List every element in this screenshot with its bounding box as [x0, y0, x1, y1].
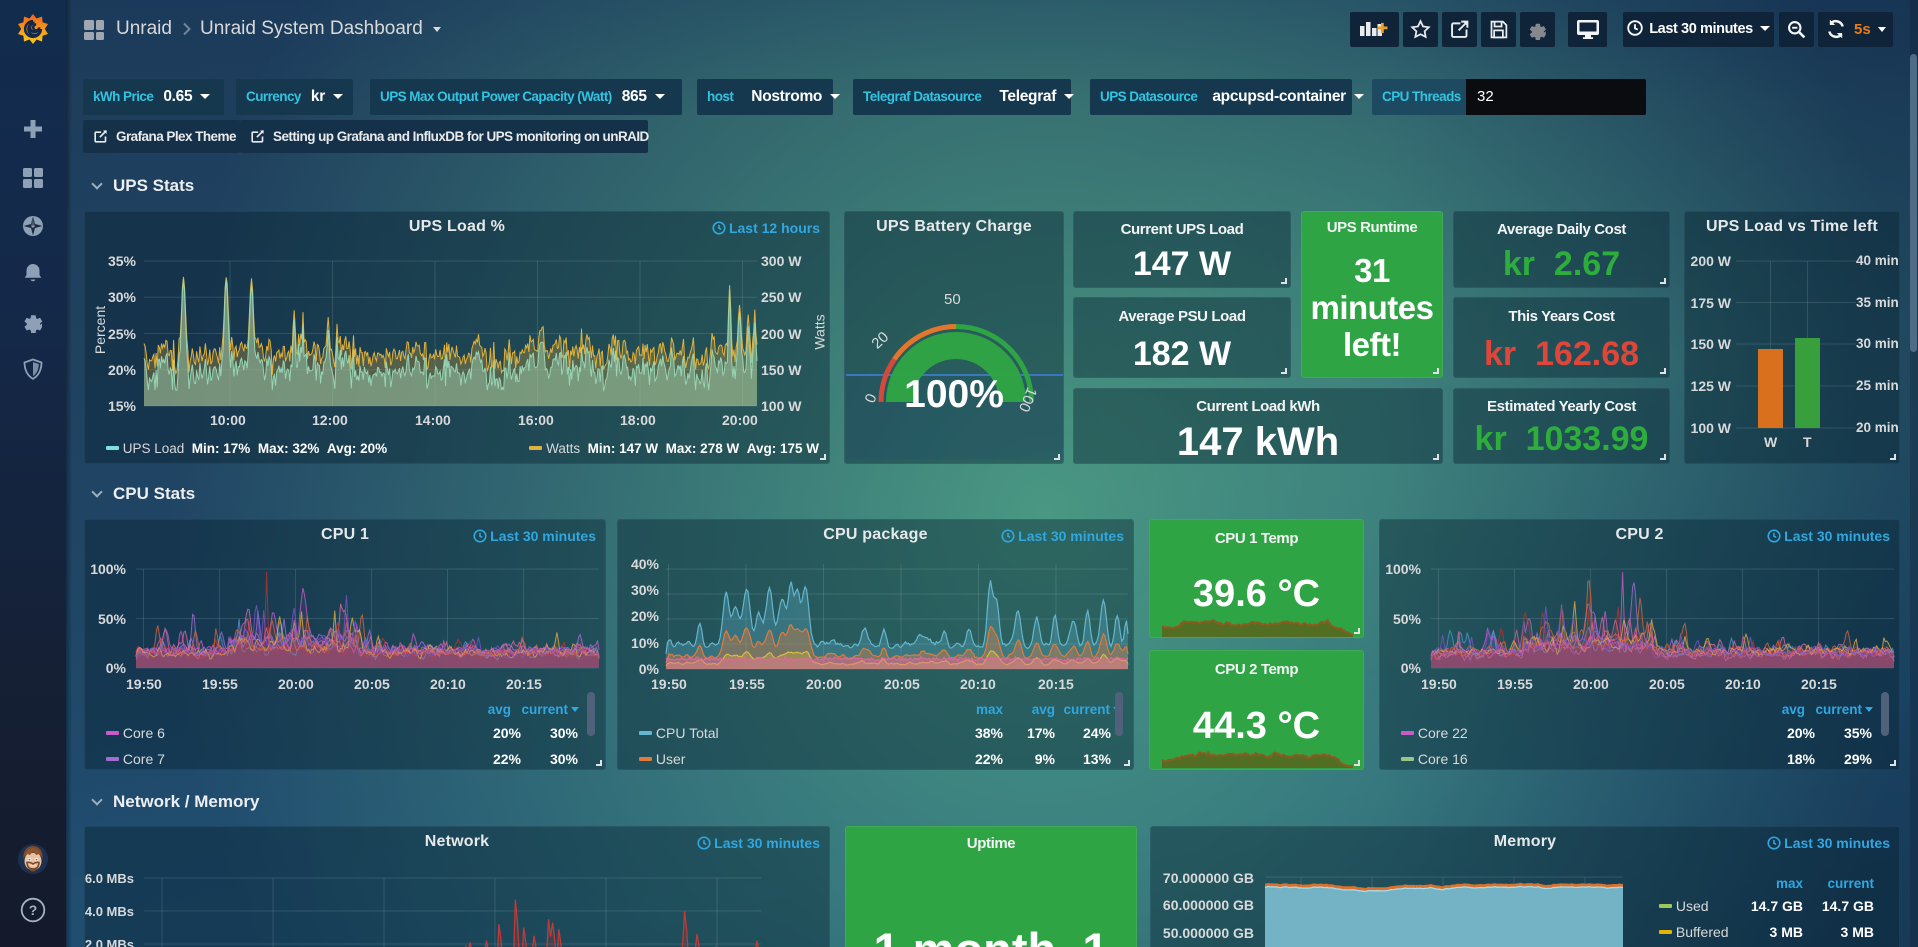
- svg-text:?: ?: [29, 902, 38, 918]
